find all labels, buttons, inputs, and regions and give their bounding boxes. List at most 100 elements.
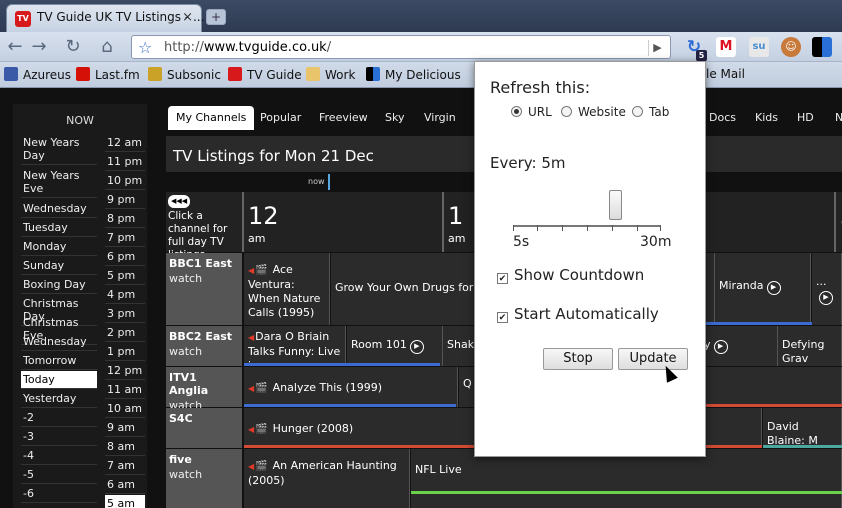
tab-virgin[interactable]: Virgin	[416, 106, 464, 130]
tab-kids[interactable]: Kids	[747, 106, 786, 130]
channel-name-bbc2[interactable]: BBC2 East watch	[166, 326, 242, 366]
hour-item[interactable]: 7 pm	[105, 229, 145, 247]
tab-hd[interactable]: HD	[789, 106, 822, 130]
bookmark-mail[interactable]: le Mail	[706, 67, 745, 81]
bookmark-lastfm[interactable]: Last.fm	[76, 67, 140, 82]
programme[interactable]: David Blaine: M	[763, 408, 842, 448]
day-item[interactable]: -2	[21, 409, 97, 427]
hour-item[interactable]: 12 pm	[105, 362, 145, 380]
stop-button[interactable]: Stop	[543, 348, 613, 370]
monkey-icon[interactable]: ☺	[781, 37, 801, 57]
play-icon[interactable]: ▶	[409, 340, 424, 354]
play-icon[interactable]: ▶	[713, 340, 728, 354]
day-item[interactable]: Wednesday	[21, 333, 97, 351]
hour-item[interactable]: 12 am	[105, 134, 145, 152]
watch-link[interactable]: watch	[169, 272, 239, 285]
hour-item[interactable]: 6 am	[105, 476, 145, 494]
channel-name-itv1[interactable]: ITV1 Anglia watch	[166, 367, 242, 412]
channel-name-s4c[interactable]: S4C	[166, 408, 242, 448]
day-item[interactable]: Today	[21, 371, 97, 389]
hour-item[interactable]: 5 pm	[105, 267, 145, 285]
programme[interactable]: NFL Live	[411, 449, 842, 508]
hour-item[interactable]: 11 am	[105, 381, 145, 399]
programme[interactable]: ◀🎬 An American Haunting (2005)	[244, 449, 410, 508]
tab-freeview[interactable]: Freeview	[311, 106, 376, 130]
now-link[interactable]: NOW	[13, 114, 147, 127]
bookmark-work[interactable]: Work	[306, 67, 355, 82]
tab-popular[interactable]: Popular	[252, 106, 309, 130]
delicious-icon[interactable]	[812, 37, 832, 57]
hour-item[interactable]: 1 pm	[105, 343, 145, 361]
day-item[interactable]: Wednesday	[21, 200, 97, 218]
hour-item[interactable]: 8 pm	[105, 210, 145, 228]
refresh-extension-icon[interactable]: ↻ 5	[684, 37, 707, 61]
hour-item[interactable]: 7 am	[105, 457, 145, 475]
home-icon[interactable]: ⌂	[96, 36, 118, 58]
day-item[interactable]: -6	[21, 485, 97, 503]
day-item[interactable]: New Years Day	[21, 134, 97, 165]
back-arrows-icon[interactable]: ◀◀◀	[168, 195, 191, 208]
hour-item[interactable]: 9 pm	[105, 191, 145, 209]
hour-item[interactable]: 11 pm	[105, 153, 145, 171]
day-item[interactable]: Boxing Day	[21, 276, 97, 294]
radio-url[interactable]: URL	[511, 105, 552, 119]
day-item[interactable]: -4	[21, 447, 97, 465]
go-icon[interactable]: ▶	[648, 40, 666, 56]
programme[interactable]: Miranda ▶	[715, 253, 811, 325]
channel-name-bbc1[interactable]: BBC1 East watch	[166, 253, 242, 325]
radio-tab[interactable]: Tab	[632, 105, 669, 119]
tab-more[interactable]: N	[827, 106, 842, 130]
programme[interactable]: ◀🎬 Ace Ventura: When Nature Calls (1995)	[244, 253, 330, 325]
hour-item[interactable]: 10 pm	[105, 172, 145, 190]
radio-website[interactable]: Website	[561, 105, 626, 119]
back-icon[interactable]: ←	[4, 36, 26, 58]
hour-item[interactable]: 9 am	[105, 419, 145, 437]
programme[interactable]: y ▶	[704, 326, 778, 366]
interval-slider-thumb[interactable]	[609, 190, 622, 220]
watch-link[interactable]: watch	[169, 468, 239, 481]
hour-item[interactable]: 6 pm	[105, 248, 145, 266]
hour-item[interactable]: 3 pm	[105, 305, 145, 323]
day-item[interactable]: Tomorrow	[21, 352, 97, 370]
bookmark-my-delicious[interactable]: My Delicious	[366, 67, 461, 82]
day-item[interactable]: New Years Eve	[21, 167, 97, 198]
bookmark-tvguide[interactable]: TV Guide	[228, 67, 302, 82]
address-bar[interactable]: ☆ http://www.tvguide.co.uk/ ▶	[131, 35, 671, 59]
gmail-icon[interactable]: M	[716, 37, 736, 57]
tab-sky[interactable]: Sky	[377, 106, 412, 130]
hour-item[interactable]: 4 pm	[105, 286, 145, 304]
play-icon[interactable]: ▶	[819, 291, 833, 305]
hour-item[interactable]: 10 am	[105, 400, 145, 418]
tab-my-channels[interactable]: My Channels	[168, 106, 255, 130]
day-item[interactable]: -5	[21, 466, 97, 484]
hour-item[interactable]: 5 am	[105, 495, 145, 508]
tab-docs[interactable]: Docs	[701, 106, 744, 130]
day-item[interactable]: -3	[21, 428, 97, 446]
day-item[interactable]: Yesterday	[21, 390, 97, 408]
day-item[interactable]: Tuesday	[21, 219, 97, 237]
full-day-hint[interactable]: ◀◀◀Click a channel for full day TV listi…	[168, 194, 242, 262]
stumbleupon-icon[interactable]: su	[749, 37, 769, 57]
reload-icon[interactable]: ↻	[62, 36, 84, 58]
programme[interactable]: ◀Dara O Briain Talks Funny: Live in ...	[244, 326, 346, 366]
show-countdown-checkbox[interactable]: ✔ Show Countdown	[497, 266, 644, 284]
update-button[interactable]: Update	[618, 348, 688, 370]
programme[interactable]: Room 101 ▶	[347, 326, 443, 366]
hour-item[interactable]: 8 am	[105, 438, 145, 456]
new-tab-button[interactable]: +	[206, 9, 226, 25]
tab-tvguide[interactable]: TV TV Guide UK TV Listings - ... ×	[6, 4, 204, 32]
bookmark-subsonic[interactable]: Subsonic	[148, 67, 221, 82]
day-item[interactable]: Sunday	[21, 257, 97, 275]
watch-link[interactable]: watch	[169, 345, 239, 358]
play-icon[interactable]: ▶	[766, 281, 781, 295]
forward-icon[interactable]: →	[28, 36, 50, 58]
tab-close-icon[interactable]: ×	[182, 10, 193, 25]
day-item[interactable]: Monday	[21, 238, 97, 256]
bookmark-azureus[interactable]: Azureus	[4, 67, 71, 82]
programme[interactable]: Defying Grav	[778, 326, 842, 366]
bookmark-star-icon[interactable]: ☆	[138, 38, 152, 57]
hour-item[interactable]: 2 pm	[105, 324, 145, 342]
channel-name-five[interactable]: five watch	[166, 449, 242, 508]
programme[interactable]: ...▶	[812, 253, 842, 325]
start-automatically-checkbox[interactable]: ✔ Start Automatically	[497, 305, 659, 323]
